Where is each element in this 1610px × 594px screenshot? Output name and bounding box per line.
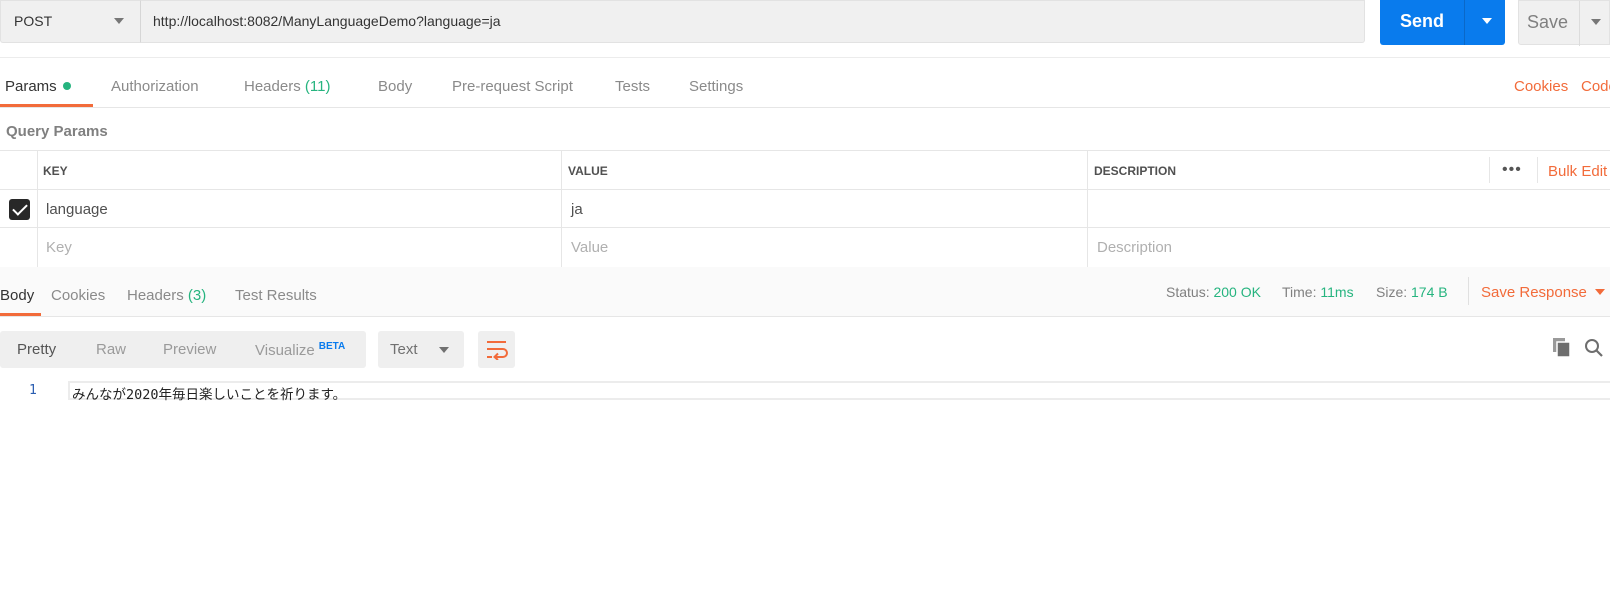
- tab-pre-request-script[interactable]: Pre-request Script: [452, 78, 573, 95]
- table-divider: [0, 189, 1610, 190]
- column-header-value: VALUE: [568, 164, 608, 178]
- view-mode-group: Pretty Raw Preview Visualize BETA: [0, 331, 366, 368]
- param-key-cell[interactable]: language: [46, 201, 108, 218]
- response-tab-headers[interactable]: Headers (3): [127, 287, 206, 304]
- method-select[interactable]: POST: [0, 0, 141, 43]
- save-options-chevron-icon[interactable]: [1591, 19, 1601, 25]
- beta-badge: BETA: [318, 341, 346, 352]
- tab-tests[interactable]: Tests: [615, 78, 650, 95]
- response-bar: Body Cookies Headers (3) Test Results St…: [0, 267, 1610, 317]
- time-label: Time:: [1282, 284, 1317, 300]
- response-tab-headers-label: Headers: [127, 287, 184, 304]
- new-description-input[interactable]: Description: [1097, 239, 1172, 256]
- query-params-title: Query Params: [6, 123, 108, 140]
- format-select[interactable]: Text: [378, 331, 464, 368]
- chevron-down-icon: [1594, 289, 1605, 295]
- size-readout: Size: 174 B: [1376, 284, 1448, 300]
- tab-headers-count: (11): [304, 78, 331, 95]
- bulk-edit-link[interactable]: Bulk Edit: [1548, 163, 1607, 180]
- visualize-label: Visualize: [255, 342, 315, 359]
- response-tab-test-results[interactable]: Test Results: [235, 287, 317, 304]
- send-button[interactable]: Send: [1380, 0, 1505, 45]
- cookies-link[interactable]: Cookies: [1514, 78, 1568, 95]
- tab-params-label: Params: [5, 78, 57, 95]
- wrap-lines-icon: [487, 341, 508, 360]
- tab-body[interactable]: Body: [378, 78, 412, 95]
- size-label: Size:: [1376, 284, 1408, 300]
- method-value: POST: [14, 13, 53, 29]
- view-visualize-button[interactable]: Visualize BETA: [255, 341, 345, 359]
- column-divider: [37, 151, 38, 268]
- url-input[interactable]: http://localhost:8082/ManyLanguageDemo?l…: [141, 0, 1365, 43]
- column-header-description: DESCRIPTION: [1094, 164, 1177, 178]
- save-response-label: Save Response: [1481, 284, 1587, 301]
- tab-params[interactable]: Params: [5, 78, 71, 95]
- new-value-input[interactable]: Value: [571, 239, 608, 256]
- view-raw-button[interactable]: Raw: [96, 341, 126, 358]
- chevron-down-icon: [439, 347, 449, 353]
- url-value: http://localhost:8082/ManyLanguageDemo?l…: [153, 13, 501, 29]
- size-value: 174 B: [1411, 284, 1448, 300]
- request-tabs: Params Authorization Headers (11) Body P…: [0, 58, 1610, 108]
- copy-icon[interactable]: [1552, 337, 1572, 358]
- param-value-cell[interactable]: ja: [571, 201, 583, 218]
- save-label: Save: [1527, 12, 1569, 32]
- column-divider: [1537, 157, 1538, 183]
- column-divider: [1489, 157, 1490, 183]
- line-number: 1: [29, 383, 37, 398]
- param-description-cell[interactable]: [1097, 201, 1577, 219]
- save-button[interactable]: Save: [1518, 0, 1610, 46]
- wrap-lines-button[interactable]: [478, 331, 515, 368]
- more-options-icon[interactable]: •••: [1502, 161, 1522, 179]
- params-active-dot-icon: [62, 82, 71, 90]
- response-tab-body[interactable]: Body: [0, 287, 34, 304]
- response-headers-count: (3): [187, 287, 207, 304]
- param-enabled-checkbox[interactable]: [9, 199, 30, 220]
- response-tab-cookies[interactable]: Cookies: [51, 287, 105, 304]
- query-params-table: KEY VALUE DESCRIPTION ••• Bulk Edit lang…: [0, 150, 1610, 268]
- new-key-input[interactable]: Key: [46, 239, 72, 256]
- format-value: Text: [390, 341, 418, 358]
- save-divider: [1579, 1, 1580, 46]
- status-value: 200 OK: [1213, 284, 1261, 300]
- save-response-button[interactable]: Save Response: [1481, 284, 1605, 301]
- send-label: Send: [1399, 11, 1444, 31]
- status-label: Status:: [1166, 284, 1210, 300]
- tab-authorization[interactable]: Authorization: [111, 78, 199, 95]
- response-body-editor[interactable]: 1 みんなが2020年毎日楽しいことを祈ります。: [0, 381, 1610, 594]
- time-readout: Time: 11ms: [1282, 284, 1354, 300]
- tab-headers-label: Headers: [244, 78, 301, 95]
- view-preview-button[interactable]: Preview: [163, 341, 216, 358]
- column-divider: [1087, 151, 1088, 268]
- send-divider: [1464, 0, 1465, 45]
- table-divider: [0, 227, 1610, 228]
- column-header-key: KEY: [43, 164, 68, 178]
- active-tab-indicator: [0, 104, 93, 107]
- send-options-chevron-icon[interactable]: [1482, 18, 1492, 24]
- code-link[interactable]: Code: [1581, 78, 1610, 95]
- status-readout: Status: 200 OK: [1166, 284, 1261, 300]
- time-value: 11ms: [1320, 284, 1354, 300]
- search-icon[interactable]: [1584, 338, 1604, 358]
- request-url-bar: POST http://localhost:8082/ManyLanguageD…: [0, 0, 1610, 58]
- tab-settings[interactable]: Settings: [689, 78, 743, 95]
- view-pretty-button[interactable]: Pretty: [17, 341, 56, 358]
- response-body-text: みんなが2020年毎日楽しいことを祈ります。: [72, 387, 347, 403]
- tab-headers[interactable]: Headers (11): [244, 78, 330, 95]
- column-divider: [561, 151, 562, 268]
- status-divider: [1468, 277, 1469, 305]
- response-active-tab-indicator: [0, 313, 41, 316]
- chevron-down-icon: [114, 18, 124, 24]
